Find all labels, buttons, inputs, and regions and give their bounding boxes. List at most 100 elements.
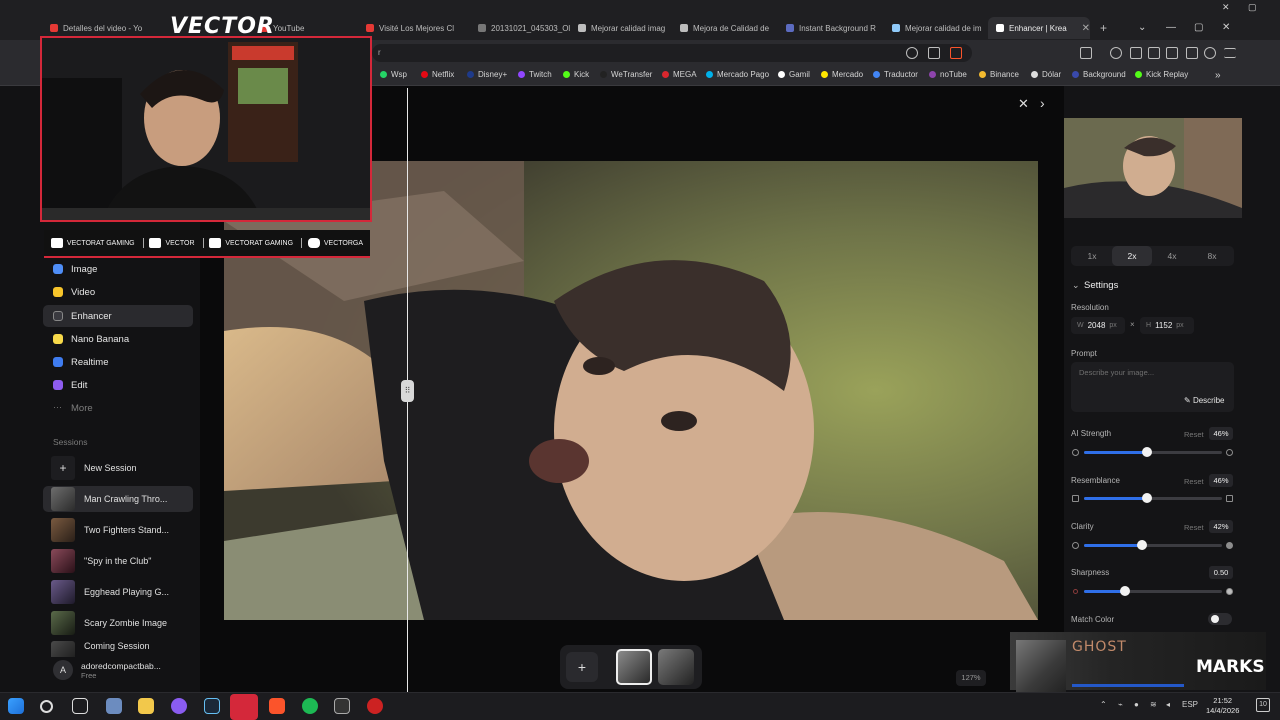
slider-value[interactable]: 42%: [1209, 520, 1233, 533]
new-session-button[interactable]: + New Session: [43, 455, 193, 481]
language-indicator[interactable]: ESP: [1182, 700, 1198, 709]
bookmark-background[interactable]: Background: [1072, 70, 1126, 79]
menu-icon[interactable]: [1224, 48, 1236, 58]
scale-8x[interactable]: 8x: [1192, 246, 1232, 266]
tab-instant-background[interactable]: Instant Background R: [778, 17, 882, 39]
bookmark-disney[interactable]: Disney+: [467, 70, 507, 79]
bookmark-binance[interactable]: Binance: [979, 70, 1019, 79]
nav-enhancer[interactable]: Enhancer: [43, 305, 193, 327]
bookmark-mega[interactable]: MEGA: [662, 70, 697, 79]
app-icon[interactable]: [106, 698, 122, 714]
share-icon[interactable]: [928, 47, 940, 59]
nav-nano-banana[interactable]: Nano Banana: [43, 328, 193, 350]
session-item[interactable]: Scary Zombie Image: [43, 610, 193, 636]
tab-mejora-de-calidad[interactable]: Mejora de Calidad de: [672, 17, 776, 39]
clock[interactable]: 21:52 14/4/2026: [1206, 696, 1239, 716]
sharpness-slider[interactable]: [1084, 586, 1222, 596]
zoom-level[interactable]: 127%: [956, 670, 986, 686]
scale-2x[interactable]: 2x: [1112, 246, 1152, 266]
width-field[interactable]: W 2048 px: [1071, 317, 1125, 334]
bookmarks-overflow-icon[interactable]: »: [1215, 70, 1221, 81]
search-icon[interactable]: [40, 700, 53, 713]
reset-button[interactable]: Reset: [1184, 523, 1204, 532]
brave-shield-icon[interactable]: [950, 47, 962, 59]
next-arrow-icon[interactable]: ›: [1040, 95, 1045, 111]
volume-icon[interactable]: ◂: [1166, 700, 1170, 709]
capcut-icon[interactable]: [334, 698, 350, 714]
slider-value[interactable]: 0.50: [1209, 566, 1233, 579]
bookmark-gamil[interactable]: Gamil: [778, 70, 810, 79]
compare-handle[interactable]: ⠿: [401, 380, 414, 402]
mic-icon[interactable]: ●: [1134, 700, 1139, 709]
chevron-down-icon[interactable]: ⌄: [1072, 280, 1080, 291]
recorder-icon[interactable]: [367, 698, 383, 714]
bookmark-mercado[interactable]: Mercado: [821, 70, 863, 79]
scale-1x[interactable]: 1x: [1072, 246, 1112, 266]
session-item[interactable]: "Spy in the Club": [43, 548, 193, 574]
settings-title[interactable]: Settings: [1084, 280, 1118, 291]
windows-start-icon[interactable]: [8, 698, 24, 714]
download-icon[interactable]: [1110, 47, 1122, 59]
bookmark-netflix[interactable]: Netflix: [421, 70, 454, 79]
bookmark-dolar[interactable]: Dólar: [1031, 70, 1061, 79]
height-field[interactable]: H 1152 px: [1140, 317, 1194, 334]
slider-knob[interactable]: [1142, 493, 1152, 503]
task-view-icon[interactable]: [72, 698, 88, 714]
close-tab-icon[interactable]: ✕: [1082, 23, 1090, 34]
translate-icon[interactable]: [906, 47, 918, 59]
describe-button[interactable]: ✎ Describe: [1184, 396, 1225, 405]
strip-thumbnail[interactable]: [658, 649, 694, 685]
session-item[interactable]: Man Crawling Thro...: [43, 486, 193, 512]
active-app-icon[interactable]: [230, 694, 258, 720]
tab-list-icon[interactable]: ⌄: [1138, 22, 1146, 33]
network-icon[interactable]: ⌁: [1118, 700, 1123, 709]
tab-mejorar-calidad-im[interactable]: Mejorar calidad de im: [884, 17, 988, 39]
slider-value[interactable]: 46%: [1209, 474, 1233, 487]
file-explorer-icon[interactable]: [138, 698, 154, 714]
match-color-toggle[interactable]: [1208, 613, 1232, 625]
user-profile[interactable]: A adoredcompactbab... Free: [53, 660, 161, 680]
nav-edit[interactable]: Edit: [43, 374, 193, 396]
clarity-slider[interactable]: [1084, 540, 1222, 550]
resemblance-slider[interactable]: [1084, 493, 1222, 503]
bookmark-kick-replay[interactable]: Kick Replay: [1135, 70, 1188, 79]
nav-video[interactable]: Video: [43, 281, 193, 303]
bookmark-wsp[interactable]: Wsp: [380, 70, 407, 79]
sidebar-toggle-icon[interactable]: [1080, 47, 1092, 59]
bookmark-mercado-pago[interactable]: Mercado Pago: [706, 70, 769, 79]
wallet-icon[interactable]: [1166, 47, 1178, 59]
nav-more[interactable]: ··· More: [43, 397, 193, 419]
close-icon[interactable]: ✕: [1018, 96, 1029, 112]
maximize-icon[interactable]: ▢: [1194, 22, 1203, 33]
slider-knob[interactable]: [1137, 540, 1147, 550]
brave-icon[interactable]: [269, 698, 285, 714]
wifi-icon[interactable]: ≋: [1150, 700, 1157, 709]
tab-visite[interactable]: Visité Los Mejores Cl: [358, 17, 468, 39]
tab-mejorar-calidad[interactable]: Mejorar calidad imag: [570, 17, 670, 39]
close-window-icon[interactable]: ✕: [1222, 22, 1230, 33]
spotify-icon[interactable]: [302, 698, 318, 714]
bookmark-kick[interactable]: Kick: [563, 70, 589, 79]
bookmark-wetransfer[interactable]: WeTransfer: [600, 70, 652, 79]
reset-button[interactable]: Reset: [1184, 477, 1204, 486]
session-item[interactable]: Egghead Playing G...: [43, 579, 193, 605]
media-icon[interactable]: [1130, 47, 1142, 59]
bookmark-traductor[interactable]: Traductor: [873, 70, 918, 79]
tab-enhancer-krea[interactable]: Enhancer | Krea ✕: [988, 17, 1090, 39]
add-image-button[interactable]: +: [566, 652, 598, 682]
slider-knob[interactable]: [1142, 447, 1152, 457]
leo-icon[interactable]: [1186, 47, 1198, 59]
minimize-icon[interactable]: —: [1166, 22, 1176, 33]
vpn-icon[interactable]: [1204, 47, 1216, 59]
obs-icon[interactable]: [171, 698, 187, 714]
panel-icon[interactable]: [1148, 47, 1160, 59]
ai-strength-slider[interactable]: [1084, 447, 1222, 457]
slider-knob[interactable]: [1120, 586, 1130, 596]
address-bar[interactable]: r: [372, 44, 972, 62]
window-restore-top-icon[interactable]: ▢: [1248, 2, 1257, 13]
session-item[interactable]: Two Fighters Stand...: [43, 517, 193, 543]
notifications-icon[interactable]: 10: [1256, 698, 1270, 712]
strip-thumbnail-selected[interactable]: [616, 649, 652, 685]
window-close-top-icon[interactable]: ✕: [1222, 2, 1230, 13]
scale-4x[interactable]: 4x: [1152, 246, 1192, 266]
